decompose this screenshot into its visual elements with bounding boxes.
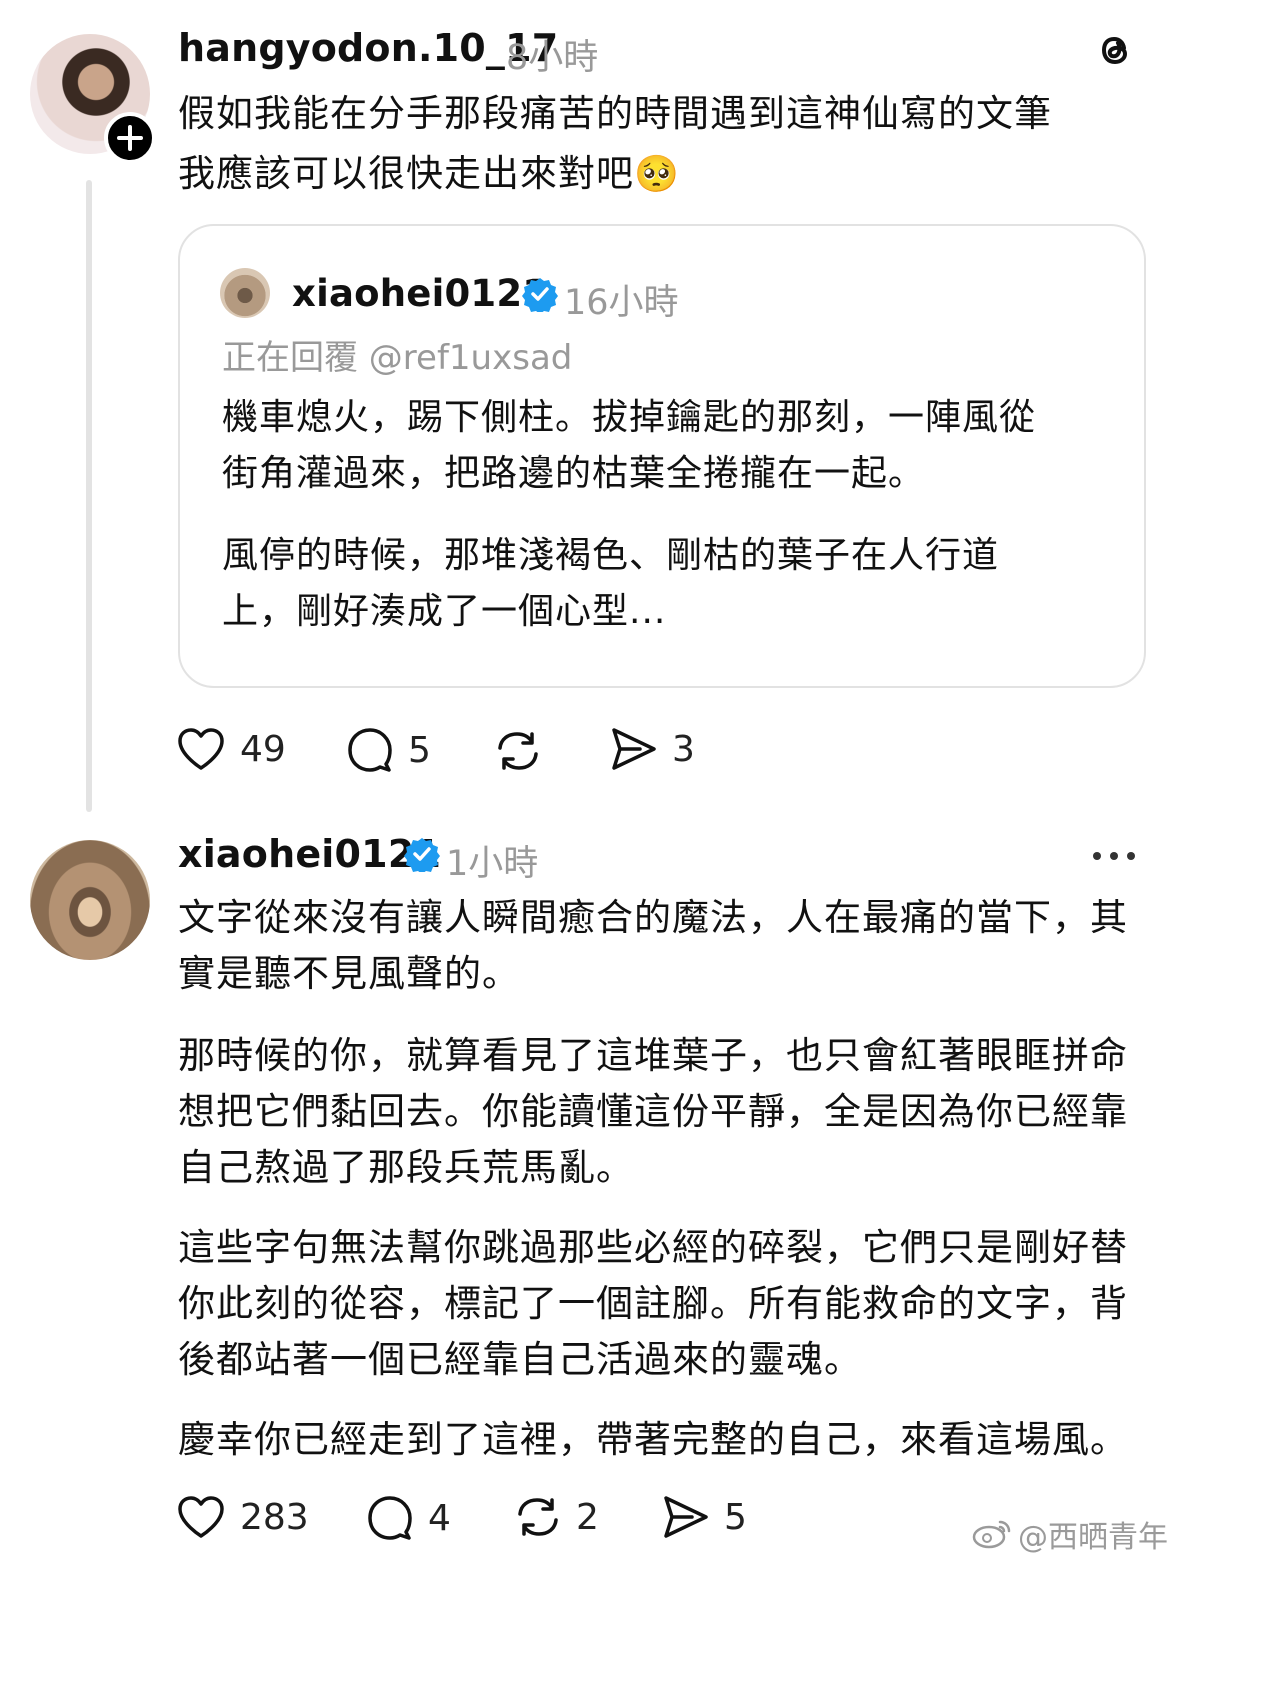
xiaohei-avatar[interactable] [30,840,150,960]
weibo-icon [972,1520,1011,1549]
post1-comment-button[interactable]: 5 [346,726,431,774]
post2-p2-line-1: 那時候的你，就算看見了這堆葉子，也只會紅著眼眶拼命 [178,1034,1128,1077]
watermark: @西晒青年 [972,1512,1168,1556]
post2-p2-line-3: 自己熬過了那段兵荒馬亂。 [178,1146,634,1189]
post2-time: 1小時 [446,844,539,884]
comment-icon [368,1496,412,1540]
post2-like-count: 283 [240,1496,309,1538]
heart-icon [178,728,224,770]
post1-time: 8小時 [506,38,599,78]
post2-comment-count: 4 [428,1497,451,1539]
heart-icon [178,1496,224,1538]
quote-p1-line-2: 街角灌過來，把路邊的枯葉全捲攏在一起。 [222,453,926,494]
post1-line-2: 我應該可以很快走出來對吧🥺 [178,144,680,205]
comment-icon [348,728,392,772]
quote-replying-to[interactable]: 正在回覆 @ref1uxsad [222,330,572,379]
post2-p1-line-1: 文字從來沒有讓人瞬間癒合的魔法，人在最痛的當下，其 [178,896,1128,939]
post2-p4-line-1: 慶幸你已經走到了這裡，帶著完整的自己，來看這場風。 [178,1418,1128,1461]
share-icon [612,728,656,770]
post1-line-2-text: 我應該可以很快走出來對吧 [178,152,634,195]
post1-share-button[interactable]: 3 [610,726,695,772]
post1-share-count: 3 [672,728,695,770]
follow-plus-icon[interactable] [104,112,156,164]
quote-p2-line-2: 上，剛好湊成了一個心型... [222,591,667,632]
quote-avatar[interactable] [220,268,270,318]
repost-icon [518,1498,558,1536]
post2-repost-button[interactable]: 2 [514,1494,599,1540]
pleading-face-emoji: 🥺 [634,154,680,195]
post2-repost-count: 2 [576,1496,599,1538]
post2-comment-button[interactable]: 4 [366,1494,451,1542]
quote-p2-line-1: 風停的時候，那堆淺褐色、剛枯的葉子在人行道 [222,535,1000,576]
more-icon[interactable] [1090,848,1138,862]
verified-icon [404,836,440,874]
post1-username[interactable]: hangyodon.10_17 [178,26,558,70]
post2-p3-line-3: 後都站著一個已經靠自己活過來的靈魂。 [178,1338,862,1381]
thread-line [86,180,92,812]
watermark-text: @西晒青年 [1018,1520,1168,1555]
post2-share-button[interactable]: 5 [662,1494,747,1540]
threads-logo-icon[interactable] [1088,24,1140,76]
post2-p3-line-1: 這些字句無法幫你跳過那些必經的碎裂，它們只是剛好替 [178,1226,1128,1269]
post1-repost-button[interactable] [494,728,542,774]
post1-comment-count: 5 [408,729,431,771]
verified-icon [522,276,558,314]
quoted-post-card[interactable]: xiaohei0121 16小時 正在回覆 @ref1uxsad 機車熄火，踢下… [178,224,1146,688]
post1-like-count: 49 [240,728,286,770]
post2-p1-line-2: 實是聽不見風聲的。 [178,952,520,995]
quote-username[interactable]: xiaohei0121 [292,272,548,315]
post1-like-button[interactable]: 49 [176,726,286,772]
post2-like-button[interactable]: 283 [176,1494,309,1540]
post2-p3-line-2: 你此刻的從容，標記了一個註腳。所有能救命的文字，背 [178,1282,1128,1325]
post2-p2-line-2: 想把它們黏回去。你能讀懂這份平靜，全是因為你已經靠 [178,1090,1128,1133]
quote-p1-line-1: 機車熄火，踢下側柱。拔掉鑰匙的那刻，一陣風從 [222,397,1037,438]
post1-line-1: 假如我能在分手那段痛苦的時間遇到這神仙寫的文筆 [178,92,1052,135]
share-icon [664,1496,708,1538]
post2-username[interactable]: xiaohei0121 [178,832,441,876]
post2-share-count: 5 [724,1496,747,1538]
quote-time: 16小時 [564,283,679,323]
repost-icon [498,732,538,770]
